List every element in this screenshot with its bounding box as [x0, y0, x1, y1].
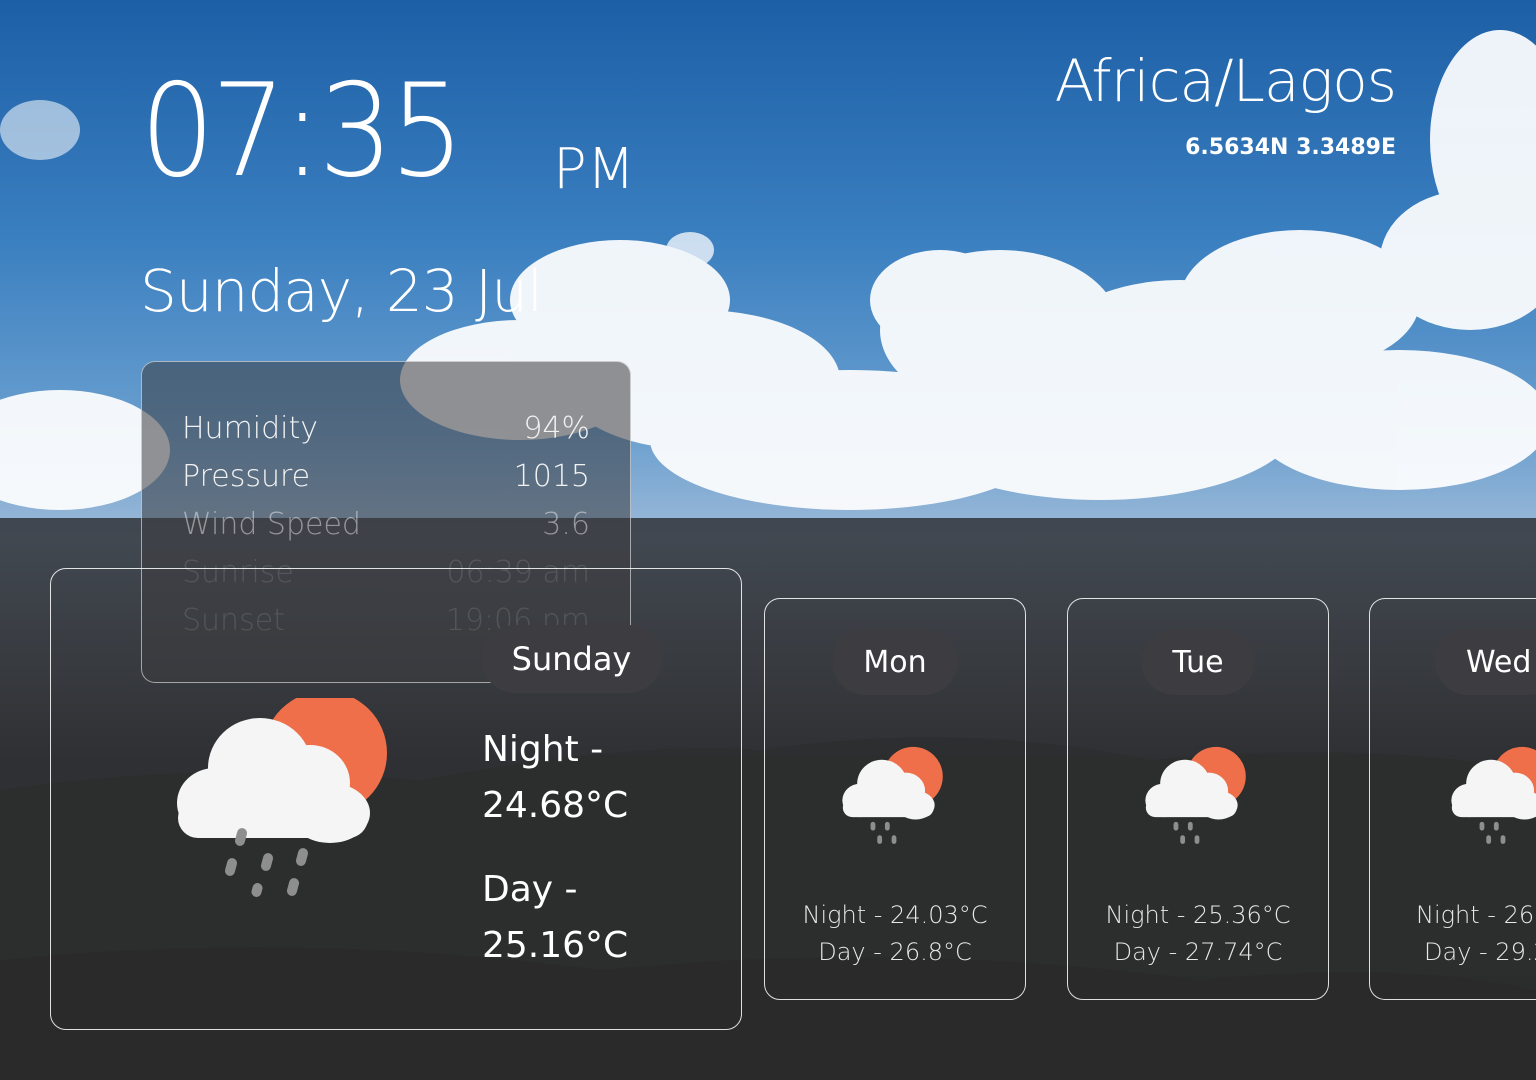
stat-value: 1015	[513, 458, 590, 494]
today-night-temp: 24.68°C	[482, 785, 629, 826]
forecast-day-pill: Wed	[1435, 629, 1536, 695]
stat-label: Humidity	[182, 410, 319, 446]
current-date: Sunday, 23 Jul	[140, 257, 543, 325]
cloud-sun-rain-icon	[842, 746, 943, 844]
stat-humidity: Humidity 94%	[182, 404, 590, 452]
location-timezone: Africa/Lagos	[1054, 47, 1397, 115]
forecast-day-temp: Day - 27.74°C	[1113, 938, 1283, 966]
forecast-day-temp: Day - 26.8°C	[818, 938, 972, 966]
stat-pressure: Pressure 1015	[182, 452, 590, 500]
location-coordinates: 6.5634N 3.3489E	[1185, 135, 1396, 160]
stat-value: 94%	[523, 410, 590, 446]
stat-label: Wind Speed	[182, 506, 361, 542]
forecast-night-temp: Night - 26.0	[1416, 901, 1536, 929]
cloud-sun-rain-icon	[1451, 746, 1536, 844]
stat-value: 3.6	[542, 506, 590, 542]
forecast-day-pill: Mon	[832, 629, 958, 695]
stat-label: Pressure	[182, 458, 311, 494]
forecast-card-tue[interactable]: Tue Night - 25.36°C Day - 27.74°C	[1067, 598, 1329, 1000]
today-night-label: Night -	[482, 729, 604, 770]
forecast-card-mon[interactable]: Mon Night - 24.03°C Day - 26.8°C	[764, 598, 1026, 1000]
forecast-day-pill: Tue	[1141, 629, 1255, 695]
cloud-sun-rain-icon	[177, 698, 387, 897]
forecast-day-temp: Day - 29.2	[1424, 938, 1536, 966]
cloud-sun-rain-icon	[1145, 746, 1246, 844]
today-day-label: Day -	[482, 869, 578, 910]
today-day-pill: Sunday	[481, 625, 662, 693]
forecast-night-temp: Night - 25.36°C	[1105, 901, 1291, 929]
forecast-card-wed[interactable]: Wed Night - 26.0 Day - 29.2	[1369, 598, 1536, 1000]
forecast-night-temp: Night - 24.03°C	[802, 901, 988, 929]
clock-time: 07:35	[140, 57, 465, 206]
stat-wind-speed: Wind Speed 3.6	[182, 500, 590, 548]
today-day-temp: 25.16°C	[482, 925, 629, 966]
clock-ampm: PM	[553, 137, 636, 202]
